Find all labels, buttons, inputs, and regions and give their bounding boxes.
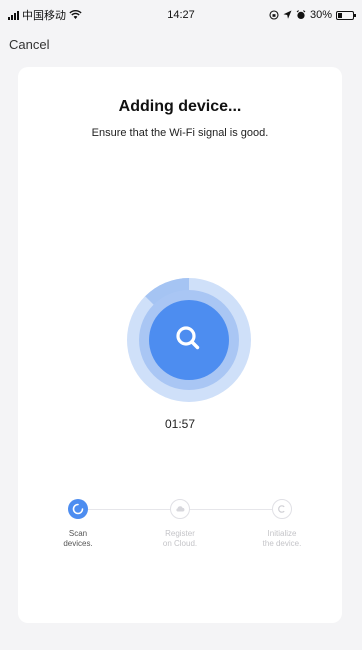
battery-fill xyxy=(338,12,343,18)
signal-icon xyxy=(8,10,19,20)
step-label-line: devices. xyxy=(63,539,93,548)
step-register-cloud: Register on Cloud. xyxy=(140,499,220,549)
page-title: Adding device... xyxy=(118,98,242,115)
scanning-radar xyxy=(127,278,251,402)
status-bar: 中国移动 14:27 30% xyxy=(0,0,362,30)
step-label: Initialize the device. xyxy=(242,529,322,549)
cloud-icon xyxy=(176,506,185,512)
step-initialize-device: Initialize the device. xyxy=(242,499,322,549)
radar-core xyxy=(149,300,229,380)
location-icon xyxy=(283,10,292,19)
step-label-line: on Cloud. xyxy=(162,539,198,548)
step-label-line: Initialize xyxy=(267,529,297,538)
step-scan-devices: Scan devices. xyxy=(38,499,118,549)
battery-percent: 30% xyxy=(309,9,332,21)
battery-icon xyxy=(336,10,356,20)
step-indicator-inactive xyxy=(170,499,190,519)
step-label-line: the device. xyxy=(262,539,302,548)
adding-device-card: Adding device... Ensure that the Wi-Fi s… xyxy=(18,67,342,623)
step-label: Scan devices. xyxy=(38,529,118,549)
alarm-icon xyxy=(296,10,306,19)
wifi-icon xyxy=(69,10,82,19)
step-indicator-active xyxy=(68,499,88,519)
status-right: 30% xyxy=(269,9,356,21)
step-label-line: Register xyxy=(165,529,195,538)
lock-rotation-icon xyxy=(269,10,279,20)
step-label-line: Scan xyxy=(68,529,88,538)
status-left: 中国移动 xyxy=(8,7,82,23)
carrier-name: 中国移动 xyxy=(22,10,66,22)
wifi-hint: Ensure that the Wi-Fi signal is good. xyxy=(91,127,269,139)
initialize-icon xyxy=(278,505,285,513)
step-indicator-inactive xyxy=(272,499,292,519)
loading-icon xyxy=(72,503,84,515)
cancel-button[interactable]: Cancel xyxy=(9,37,49,52)
progress-steps: Scan devices. Register on Cloud. Initial… xyxy=(18,499,342,559)
step-label: Register on Cloud. xyxy=(140,529,220,549)
countdown-timer: 01:57 xyxy=(164,417,196,431)
